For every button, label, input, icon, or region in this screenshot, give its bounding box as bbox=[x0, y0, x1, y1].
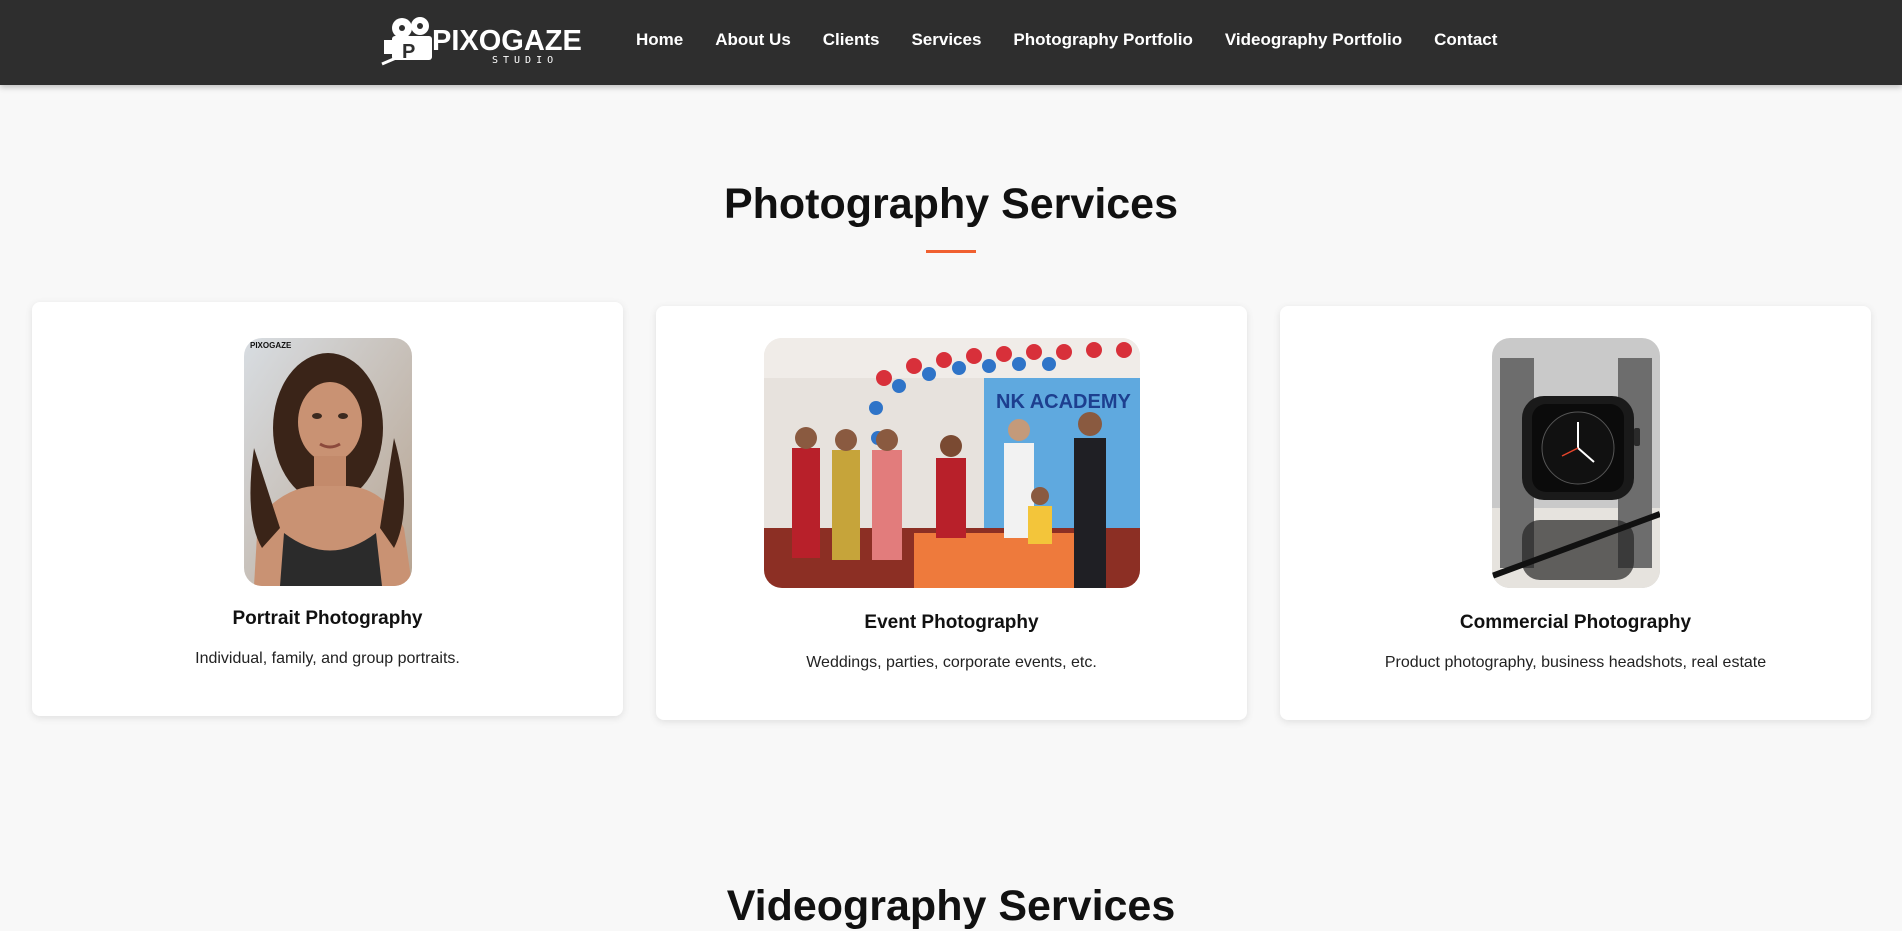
svg-text:NK ACADEMY: NK ACADEMY bbox=[996, 391, 1131, 413]
nav-link-home[interactable]: Home bbox=[636, 30, 683, 50]
card-description: Weddings, parties, corporate events, etc… bbox=[806, 654, 1097, 671]
svg-text:P: P bbox=[402, 41, 415, 63]
service-card-event: NK ACADEMY Event Photography Weddings, p… bbox=[656, 306, 1247, 720]
top-navbar: P PIXOGAZE STUDIO Home About Us Clients … bbox=[0, 0, 1902, 85]
camera-reel-logo-icon: P bbox=[381, 17, 432, 66]
service-card-portrait: PIXOGAZE Portrait Photography Individual… bbox=[32, 302, 623, 716]
nav-link-photography-portfolio[interactable]: Photography Portfolio bbox=[1013, 30, 1192, 50]
photo-watermark: PIXOGAZE bbox=[250, 341, 292, 350]
nav-link-contact[interactable]: Contact bbox=[1434, 30, 1497, 50]
photography-section-title: Photography Services bbox=[723, 180, 1179, 228]
title-underline bbox=[926, 250, 976, 253]
card-title: Event Photography bbox=[864, 612, 1039, 633]
card-description: Product photography, business headshots,… bbox=[1384, 654, 1767, 671]
service-card-commercial: Commercial Photography Product photograp… bbox=[1280, 306, 1871, 720]
event-photo-image: NK ACADEMY bbox=[764, 338, 1140, 588]
card-title: Portrait Photography bbox=[232, 608, 423, 629]
portrait-photo-image: PIXOGAZE bbox=[244, 338, 412, 586]
nav-link-services[interactable]: Services bbox=[911, 30, 981, 50]
brand-wordmark: PIXOGAZE STUDIO bbox=[432, 25, 582, 66]
nav-link-videography-portfolio[interactable]: Videography Portfolio bbox=[1225, 30, 1402, 50]
card-description: Individual, family, and group portraits. bbox=[195, 650, 460, 667]
brand-name: PIXOGAZE bbox=[432, 25, 582, 57]
brand-tagline: STUDIO bbox=[492, 55, 559, 66]
nav-link-about-us[interactable]: About Us bbox=[715, 30, 791, 50]
main-nav: Home About Us Clients Services Photograp… bbox=[636, 30, 1529, 50]
card-title: Commercial Photography bbox=[1459, 612, 1692, 633]
brand-logo[interactable]: P PIXOGAZE STUDIO bbox=[380, 14, 590, 68]
nav-link-clients[interactable]: Clients bbox=[823, 30, 880, 50]
watch-product-photo-image bbox=[1492, 338, 1660, 588]
videography-section-title: Videography Services bbox=[726, 882, 1176, 930]
